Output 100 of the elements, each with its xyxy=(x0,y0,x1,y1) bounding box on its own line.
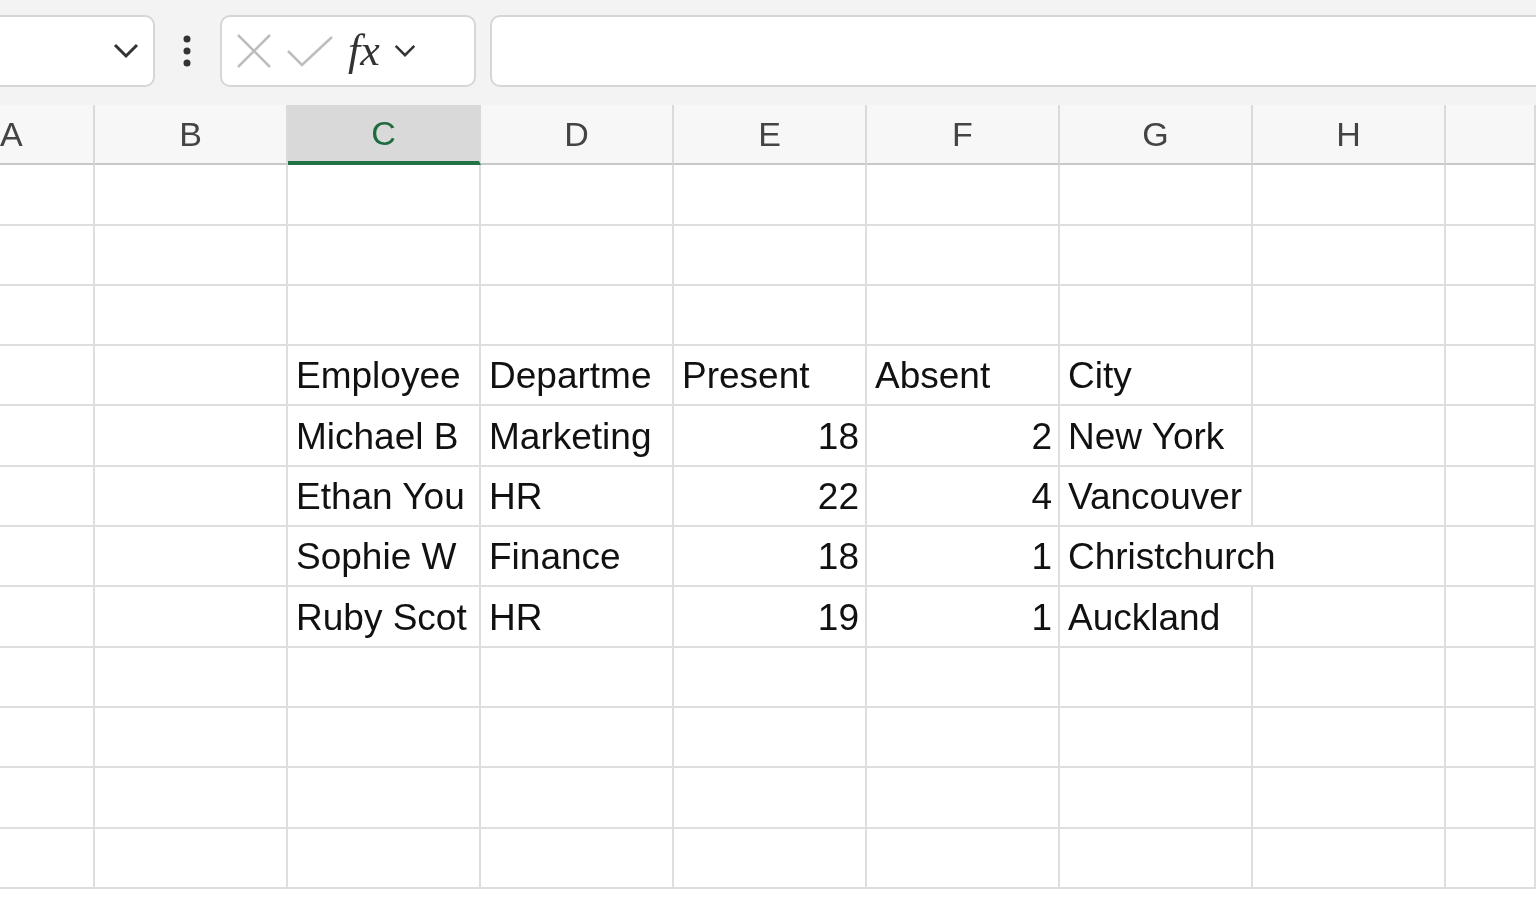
column-header[interactable]: H xyxy=(1253,105,1446,166)
grid-cell[interactable] xyxy=(867,828,1060,889)
grid-cell[interactable] xyxy=(1446,647,1536,708)
grid-cell[interactable] xyxy=(1060,165,1253,226)
chevron-down-icon[interactable] xyxy=(393,43,416,58)
grid-cell[interactable] xyxy=(0,707,95,769)
grid-cell[interactable] xyxy=(674,225,867,286)
grid-cell[interactable] xyxy=(674,828,867,889)
grid-cell[interactable] xyxy=(288,828,481,889)
grid-cell[interactable] xyxy=(1253,466,1446,528)
grid-cell[interactable] xyxy=(1446,466,1536,528)
grid-cell[interactable] xyxy=(674,647,867,708)
grid-cell[interactable] xyxy=(867,587,1060,648)
grid-cell[interactable] xyxy=(481,828,674,889)
grid-cell[interactable] xyxy=(867,707,1060,769)
grid-cell[interactable] xyxy=(1446,527,1536,588)
grid-cell[interactable] xyxy=(481,768,674,829)
grid-cell[interactable] xyxy=(1253,225,1446,286)
grid-cell[interactable] xyxy=(0,225,95,286)
grid-cell[interactable] xyxy=(95,346,288,407)
formula-input-field[interactable] xyxy=(490,14,1536,87)
grid-cell[interactable] xyxy=(288,225,481,286)
grid-cell[interactable] xyxy=(1060,647,1253,708)
grid-cell[interactable] xyxy=(481,165,674,226)
grid-cell[interactable] xyxy=(0,346,95,407)
grid-cell[interactable] xyxy=(1446,285,1536,347)
grid-cell[interactable] xyxy=(0,768,95,829)
grid-cell[interactable] xyxy=(1253,647,1446,708)
grid-cell[interactable] xyxy=(288,285,481,347)
grid-cell[interactable] xyxy=(95,527,288,588)
grid-cell[interactable] xyxy=(867,768,1060,829)
grid-cell[interactable] xyxy=(1253,285,1446,347)
grid-cell[interactable] xyxy=(1446,165,1536,226)
grid-cell[interactable] xyxy=(867,466,1060,528)
grid-cell[interactable] xyxy=(674,707,867,769)
grid-cell[interactable] xyxy=(0,828,95,889)
grid-cell[interactable] xyxy=(95,768,288,829)
grid-cell[interactable] xyxy=(1446,587,1536,648)
column-header[interactable] xyxy=(1446,105,1536,166)
grid-cell[interactable] xyxy=(0,285,95,347)
grid-cell[interactable] xyxy=(1446,346,1536,407)
grid-cell[interactable] xyxy=(1446,707,1536,769)
grid-cell[interactable] xyxy=(1446,828,1536,889)
column-header[interactable]: C xyxy=(288,105,481,166)
grid-cell[interactable] xyxy=(1446,225,1536,286)
column-header[interactable]: B xyxy=(95,105,288,166)
grid-cell[interactable] xyxy=(867,285,1060,347)
grid-cell[interactable] xyxy=(867,165,1060,226)
grid-cell[interactable] xyxy=(1253,707,1446,769)
grid-cell[interactable] xyxy=(1060,828,1253,889)
grid-cell[interactable] xyxy=(95,406,288,467)
grid-cell[interactable] xyxy=(1253,165,1446,226)
grid-cell[interactable] xyxy=(674,165,867,226)
grid-cell[interactable] xyxy=(674,466,867,528)
grid-cell[interactable] xyxy=(481,225,674,286)
grid-cell[interactable] xyxy=(95,165,288,226)
grid-cell[interactable] xyxy=(481,285,674,347)
grid-cell[interactable] xyxy=(1253,406,1446,467)
grid-cell[interactable] xyxy=(95,285,288,347)
grid-cell[interactable] xyxy=(674,406,867,467)
grid-cell[interactable] xyxy=(95,647,288,708)
grid-cell[interactable] xyxy=(1253,346,1446,407)
column-header[interactable]: D xyxy=(481,105,674,166)
grid-cell[interactable] xyxy=(1446,406,1536,467)
grid-cell[interactable] xyxy=(0,647,95,708)
grid-cell[interactable] xyxy=(0,527,95,588)
grid-cell[interactable] xyxy=(867,647,1060,708)
grid-cell[interactable] xyxy=(1253,828,1446,889)
grid-cell[interactable] xyxy=(0,165,95,226)
grid-cell[interactable] xyxy=(95,466,288,528)
grid-cell[interactable] xyxy=(867,527,1060,588)
grid-cell[interactable] xyxy=(674,587,867,648)
grid-cell[interactable] xyxy=(674,527,867,588)
grid-cell[interactable] xyxy=(1060,768,1253,829)
grid-cell[interactable] xyxy=(867,225,1060,286)
grid-cell[interactable] xyxy=(95,828,288,889)
grid-cell[interactable] xyxy=(288,707,481,769)
grid-cell[interactable] xyxy=(95,225,288,286)
column-header[interactable]: F xyxy=(867,105,1060,166)
grid-cell[interactable] xyxy=(95,587,288,648)
more-options-icon[interactable] xyxy=(182,33,192,68)
column-header[interactable]: A xyxy=(0,105,95,166)
grid-cell[interactable] xyxy=(1060,285,1253,347)
grid-cell[interactable] xyxy=(1446,768,1536,829)
grid-cell[interactable] xyxy=(867,406,1060,467)
insert-function-button[interactable]: fx xyxy=(348,25,380,76)
grid-cell[interactable] xyxy=(481,707,674,769)
grid-cell[interactable] xyxy=(288,647,481,708)
column-header[interactable]: G xyxy=(1060,105,1253,166)
grid-cell[interactable] xyxy=(674,285,867,347)
grid-cell[interactable] xyxy=(288,165,481,226)
grid-cell[interactable] xyxy=(1253,587,1446,648)
grid-cell[interactable] xyxy=(288,768,481,829)
grid-cell[interactable] xyxy=(0,406,95,467)
grid-cell[interactable] xyxy=(0,587,95,648)
grid-cell[interactable] xyxy=(1060,707,1253,769)
column-header[interactable]: E xyxy=(674,105,867,166)
grid-cell[interactable] xyxy=(1253,768,1446,829)
grid-cell[interactable] xyxy=(0,466,95,528)
grid-cell[interactable] xyxy=(674,768,867,829)
